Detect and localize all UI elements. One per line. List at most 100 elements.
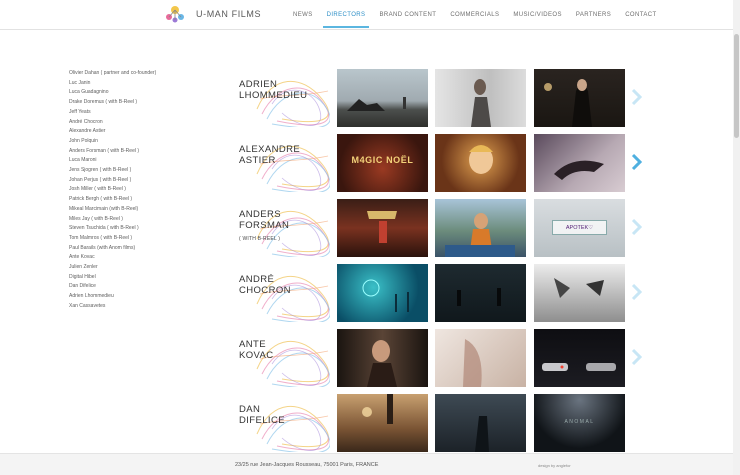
video-thumbnail[interactable] <box>337 264 428 322</box>
thumbnail-art <box>554 278 604 298</box>
director-link[interactable]: Paul Barails (with Anom films) <box>69 244 156 254</box>
director-name-block[interactable]: DAN DIFELICE <box>232 394 330 452</box>
director-link[interactable]: Mikeal Marcimain (with B-Reel) <box>69 205 156 215</box>
thumbnail-art <box>544 79 592 127</box>
director-name-block[interactable]: ANTE KOVAC <box>232 329 330 387</box>
director-last-name: DIFELICE <box>239 415 285 426</box>
video-thumbnail[interactable]: M4GIC NOËL <box>337 134 428 192</box>
video-thumbnail[interactable] <box>337 69 428 127</box>
nav-brand-content[interactable]: BRAND CONTENT <box>379 0 436 30</box>
director-link[interactable]: Tom Malmros ( with B-Reel ) <box>69 234 156 244</box>
nav-commercials[interactable]: COMMERCIALS <box>450 0 499 30</box>
video-thumbnail[interactable] <box>435 394 526 452</box>
video-thumbnail[interactable] <box>534 329 625 387</box>
director-link[interactable]: André Chocron <box>69 118 156 128</box>
video-thumbnail[interactable] <box>337 329 428 387</box>
director-first-name: DAN <box>239 404 261 415</box>
nav-news[interactable]: NEWS <box>293 0 313 30</box>
director-last-name: FORSMAN <box>239 220 290 231</box>
thumbnail-title: M4GIC NOËL <box>351 155 414 165</box>
director-link[interactable]: Jeff Yeats <box>69 108 156 118</box>
video-thumbnail[interactable]: ANOMAL <box>534 394 625 452</box>
video-thumbnail[interactable] <box>435 69 526 127</box>
director-link[interactable]: Patrick Bergh ( with B-Reel ) <box>69 195 156 205</box>
director-first-name: ANDERS <box>239 209 281 220</box>
director-name: ANDRÉ CHOCRON <box>239 274 291 296</box>
director-link[interactable]: Julien Zenler <box>69 263 156 273</box>
director-link[interactable]: Olivier Dahan ( partner and co-founder) <box>69 69 156 79</box>
director-link[interactable]: Josh Miller ( with B-Reel ) <box>69 185 156 195</box>
next-arrow-icon[interactable] <box>631 152 643 172</box>
next-arrow-icon[interactable] <box>631 347 643 367</box>
thumbnail-art <box>362 279 409 312</box>
director-name: ADRIEN LHOMMEDIEU <box>239 79 307 101</box>
director-link[interactable]: John Polquin <box>69 137 156 147</box>
director-first-name: ANDRÉ <box>239 274 275 285</box>
thumbnail-art <box>475 416 489 452</box>
director-link[interactable]: Steven Tsuchida ( with B-Reel ) <box>69 224 156 234</box>
director-row: ADRIEN LHOMMEDIEU <box>232 69 643 127</box>
thumbnail-art <box>367 340 397 387</box>
director-link[interactable]: Xan Cassavetes <box>69 302 156 312</box>
nav-directors[interactable]: DIRECTORS <box>322 0 370 30</box>
director-link[interactable]: Miles Jay ( with B-Reel ) <box>69 215 156 225</box>
page-scrollbar[interactable] <box>733 0 740 475</box>
director-last-name: LHOMMEDIEU <box>239 90 308 101</box>
director-name: ANTE KOVAC <box>239 339 274 361</box>
nav-partners[interactable]: PARTNERS <box>576 0 611 30</box>
scrollbar-thumb[interactable] <box>734 34 739 138</box>
director-name-block[interactable]: ANDERS FORSMAN ( WITH B-REEL ) <box>232 199 330 257</box>
director-link[interactable]: Drake Doremus ( with B-Reel ) <box>69 98 156 108</box>
director-link[interactable]: Luc Janin <box>69 79 156 89</box>
video-thumbnail[interactable]: APOTEK♡ <box>534 199 625 257</box>
director-first-name: ADRIEN <box>239 79 278 90</box>
video-thumbnail[interactable] <box>435 264 526 322</box>
director-name: DAN DIFELICE <box>239 404 285 426</box>
nav-music-videos[interactable]: MUSIC/VIDEOS <box>513 0 561 30</box>
footer-credit[interactable]: design by anglefor <box>538 463 571 468</box>
next-arrow-icon[interactable] <box>631 282 643 302</box>
thumbnail-title: ANOMAL <box>564 419 595 425</box>
director-name: ANDERS FORSMAN <box>239 209 289 231</box>
u-man-logo-icon[interactable] <box>162 2 188 28</box>
director-link[interactable]: Luca Guadagnino <box>69 88 156 98</box>
thumbnail-art <box>347 97 406 111</box>
director-first-name: ANTE <box>239 339 266 350</box>
director-link[interactable]: Jens Sjogren ( with B-Reel ) <box>69 166 156 176</box>
director-name-block[interactable]: ADRIEN LHOMMEDIEU <box>232 69 330 127</box>
director-row: ALEXANDRE ASTIER M4GIC NOËL <box>232 134 643 192</box>
video-thumbnail[interactable] <box>337 394 428 452</box>
video-thumbnail[interactable] <box>534 69 625 127</box>
director-first-name: ALEXANDRE <box>239 144 301 155</box>
site-header: U-MAN FILMS NEWS DIRECTORS BRAND CONTENT… <box>0 0 740 30</box>
video-thumbnail[interactable] <box>534 134 625 192</box>
director-row: ANTE KOVAC <box>232 329 643 387</box>
director-link[interactable]: Alexandre Astier <box>69 127 156 137</box>
director-name-block[interactable]: ANDRÉ CHOCRON <box>232 264 330 322</box>
video-thumbnail[interactable] <box>435 199 526 257</box>
director-name-block[interactable]: ALEXANDRE ASTIER <box>232 134 330 192</box>
director-row: ANDERS FORSMAN ( WITH B-REEL ) APOTEK♡ <box>232 199 643 257</box>
next-arrow-icon[interactable] <box>631 217 643 237</box>
director-link[interactable]: Adrien Lhommedieu <box>69 292 156 302</box>
thumbnail-art <box>463 339 482 387</box>
director-link[interactable]: Ante Kovac <box>69 253 156 263</box>
next-arrow-icon[interactable] <box>631 87 643 107</box>
director-link[interactable]: Digital Hibel <box>69 273 156 283</box>
thumbnail-art <box>471 79 491 127</box>
video-thumbnail[interactable] <box>534 264 625 322</box>
director-link[interactable]: Luca Maroni <box>69 156 156 166</box>
director-link[interactable]: Anders Forsman ( with B-Reel ) <box>69 147 156 157</box>
director-link[interactable]: Johan Perjus ( with B-Reel ) <box>69 176 156 186</box>
director-note: ( WITH B-REEL ) <box>239 236 281 242</box>
director-last-name: CHOCRON <box>239 285 291 296</box>
video-thumbnail[interactable] <box>337 199 428 257</box>
director-link[interactable]: Dan Difelice <box>69 282 156 292</box>
video-thumbnail[interactable] <box>435 329 526 387</box>
footer-address: 23/25 rue Jean-Jacques Rousseau, 75001 P… <box>235 462 379 468</box>
director-name: ALEXANDRE ASTIER <box>239 144 300 166</box>
directors-list: Olivier Dahan ( partner and co-founder) … <box>69 69 156 312</box>
brand-name[interactable]: U-MAN FILMS <box>196 9 261 19</box>
nav-contact[interactable]: CONTACT <box>625 0 656 30</box>
video-thumbnail[interactable] <box>435 134 526 192</box>
